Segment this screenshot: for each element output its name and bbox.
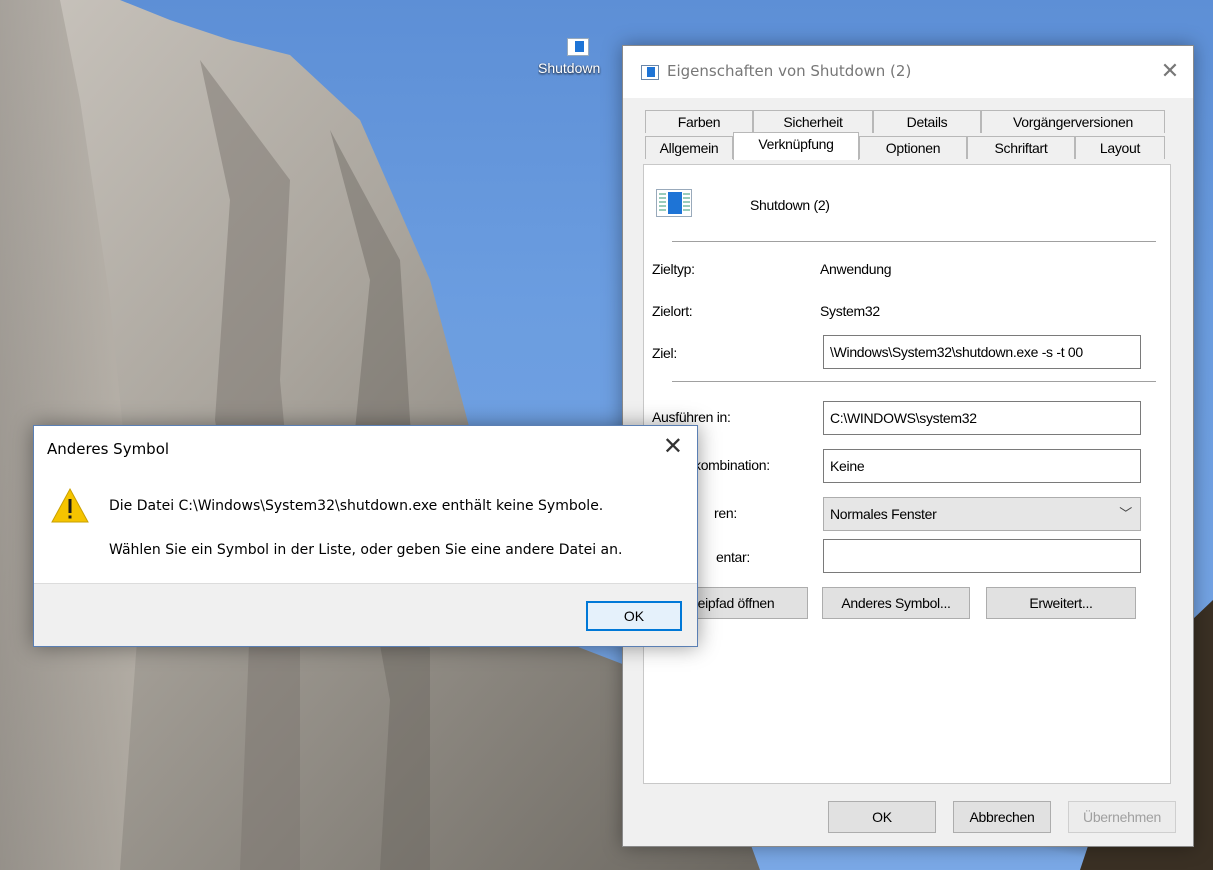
tastenkombination-label: kombination: xyxy=(694,457,770,473)
window-mode-value: Normales Fenster xyxy=(830,506,937,522)
tab-verknuepfung[interactable]: Verknüpfung xyxy=(733,132,859,160)
close-icon[interactable]: ✕ xyxy=(663,432,683,461)
kommentar-input[interactable] xyxy=(823,539,1141,573)
alert-message-line1: Die Datei C:\Windows\System32\shutdown.e… xyxy=(109,498,604,514)
close-icon[interactable]: ✕ xyxy=(1157,58,1183,84)
tab-schriftart[interactable]: Schriftart xyxy=(967,136,1075,159)
ausfuehren-in-input[interactable]: C:\WINDOWS\system32 xyxy=(823,401,1141,435)
zieltyp-label: Zieltyp: xyxy=(652,261,695,277)
window-shortcut-icon xyxy=(641,65,659,80)
tab-sicherheit[interactable]: Sicherheit xyxy=(753,110,873,133)
tab-layout[interactable]: Layout xyxy=(1075,136,1165,159)
alert-footer: OK xyxy=(34,583,697,646)
alert-title: Anderes Symbol xyxy=(47,440,170,458)
ziel-label: Ziel: xyxy=(652,345,677,361)
shortcut-icon xyxy=(567,38,589,56)
tab-panel-verknuepfung: Shutdown (2) Zieltyp: Anwendung Zielort:… xyxy=(643,164,1171,784)
desktop-icon-label: Shutdown xyxy=(538,60,601,76)
zieltyp-value: Anwendung xyxy=(820,261,892,277)
warning-icon xyxy=(51,487,89,523)
zielort-value: System32 xyxy=(820,303,880,319)
ziel-input[interactable]: \Windows\System32\shutdown.exe -s -t 00 xyxy=(823,335,1141,369)
erweitert-button[interactable]: Erweitert... xyxy=(986,587,1136,619)
tab-details[interactable]: Details xyxy=(873,110,981,133)
shortcut-large-icon xyxy=(656,189,692,217)
tab-optionen[interactable]: Optionen xyxy=(859,136,967,159)
desktop-shortcut-shutdown[interactable]: Shutdown xyxy=(538,38,618,76)
ok-button[interactable]: OK xyxy=(828,801,936,833)
properties-titlebar[interactable]: Eigenschaften von Shutdown (2) ✕ xyxy=(623,46,1193,98)
tab-allgemein[interactable]: Allgemein xyxy=(645,136,733,159)
properties-title: Eigenschaften von Shutdown (2) xyxy=(667,62,912,80)
abbrechen-button[interactable]: Abbrechen xyxy=(953,801,1051,833)
tab-farben[interactable]: Farben xyxy=(645,110,753,133)
tab-vorgaengerversionen[interactable]: Vorgängerversionen xyxy=(981,110,1165,133)
window-mode-select[interactable]: Normales Fenster ﹀ xyxy=(823,497,1141,531)
shortcut-name: Shutdown (2) xyxy=(750,197,830,213)
alert-message-line2: Wählen Sie ein Symbol in der Liste, oder… xyxy=(109,542,623,558)
alert-ok-button[interactable]: OK xyxy=(586,601,682,631)
zielort-label: Zielort: xyxy=(652,303,693,319)
chevron-down-icon: ﹀ xyxy=(1119,506,1132,521)
uebernehmen-button[interactable]: Übernehmen xyxy=(1068,801,1176,833)
alert-dialog: Anderes Symbol ✕ Die Datei C:\Windows\Sy… xyxy=(33,425,698,647)
kommentar-label: entar: xyxy=(716,549,750,565)
divider xyxy=(672,381,1156,382)
ausfuehren-mode-label: ren: xyxy=(714,505,737,521)
divider xyxy=(672,241,1156,242)
tastenkombination-input[interactable]: Keine xyxy=(823,449,1141,483)
ausfuehren-in-label: Ausführen in: xyxy=(652,409,731,425)
properties-window: Eigenschaften von Shutdown (2) ✕ Farben … xyxy=(622,45,1194,847)
anderes-symbol-button[interactable]: Anderes Symbol... xyxy=(822,587,970,619)
